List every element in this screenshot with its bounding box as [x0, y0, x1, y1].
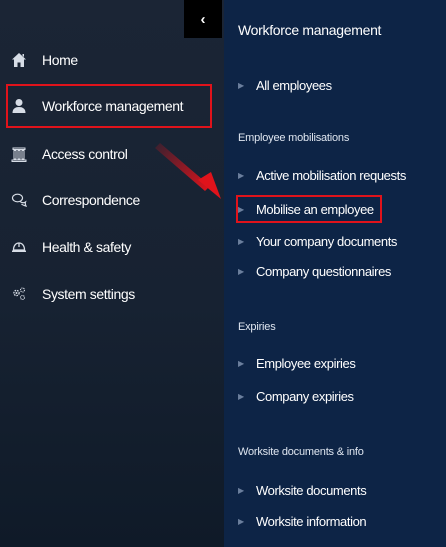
sidebar-item-label: Workforce management	[42, 98, 184, 114]
chat-icon	[8, 189, 30, 211]
user-icon	[8, 95, 30, 117]
submenu-item-all-employees[interactable]: ▶ All employees	[238, 73, 332, 97]
submenu-item-mobilise-an-employee[interactable]: ▶ Mobilise an employee	[236, 195, 382, 223]
sidebar-item-label: System settings	[42, 286, 135, 302]
submenu-item-label: Worksite documents	[256, 482, 367, 498]
collapse-sidebar-button[interactable]: ‹	[184, 0, 222, 38]
building-icon	[8, 143, 30, 165]
main-sidebar: ‹ Home Workforce management Access contr…	[0, 0, 224, 547]
submenu-item-active-mobilisation-requests[interactable]: ▶ Active mobilisation requests	[238, 163, 406, 187]
submenu-item-label: Your company documents	[256, 233, 398, 249]
workforce-submenu: Workforce management ▶ All employees Emp…	[224, 0, 446, 547]
sidebar-item-label: Access control	[42, 146, 128, 162]
caret-right-icon: ▶	[238, 516, 244, 526]
caret-right-icon: ▶	[238, 485, 244, 495]
sidebar-item-label: Health & safety	[42, 239, 131, 255]
gears-icon	[8, 283, 30, 305]
caret-right-icon: ▶	[238, 391, 244, 401]
caret-right-icon: ▶	[238, 358, 244, 368]
section-heading-worksite-documents-info: Worksite documents & info	[238, 446, 364, 458]
caret-right-icon: ▶	[238, 236, 244, 246]
sidebar-item-access-control[interactable]: Access control	[8, 134, 128, 174]
submenu-item-company-questionnaires[interactable]: ▶ Company questionnaires	[238, 259, 391, 283]
submenu-item-employee-expiries[interactable]: ▶ Employee expiries	[238, 351, 356, 375]
section-heading-expiries: Expiries	[238, 321, 276, 333]
sidebar-item-correspondence[interactable]: Correspondence	[8, 180, 140, 220]
submenu-item-label: Mobilise an employee	[256, 201, 374, 217]
section-heading-employee-mobilisations: Employee mobilisations	[238, 132, 350, 144]
sidebar-item-system-settings[interactable]: System settings	[8, 274, 135, 314]
sidebar-item-label: Correspondence	[42, 192, 140, 208]
submenu-item-label: Company expiries	[256, 388, 354, 404]
submenu-item-worksite-documents[interactable]: ▶ Worksite documents	[238, 478, 367, 502]
caret-right-icon: ▶	[238, 204, 244, 214]
home-icon	[8, 49, 30, 71]
sidebar-item-workforce-management[interactable]: Workforce management	[6, 84, 212, 128]
sidebar-item-home[interactable]: Home	[8, 40, 78, 80]
submenu-item-company-expiries[interactable]: ▶ Company expiries	[238, 384, 354, 408]
sidebar-item-label: Home	[42, 52, 78, 68]
submenu-item-your-company-documents[interactable]: ▶ Your company documents	[238, 229, 397, 253]
caret-right-icon: ▶	[238, 170, 244, 180]
caret-right-icon: ▶	[238, 80, 244, 90]
caret-right-icon: ▶	[238, 266, 244, 276]
sidebar-item-health-safety[interactable]: Health & safety	[8, 227, 131, 267]
submenu-item-label: Employee expiries	[256, 355, 356, 371]
submenu-title: Workforce management	[238, 22, 382, 38]
submenu-item-label: Active mobilisation requests	[256, 167, 406, 183]
submenu-item-label: All employees	[256, 77, 332, 93]
chevron-left-icon: ‹	[200, 10, 206, 28]
submenu-item-label: Company questionnaires	[256, 263, 392, 279]
submenu-item-worksite-information[interactable]: ▶ Worksite information	[238, 509, 367, 533]
helmet-icon	[8, 236, 30, 258]
submenu-item-label: Worksite information	[256, 513, 367, 529]
